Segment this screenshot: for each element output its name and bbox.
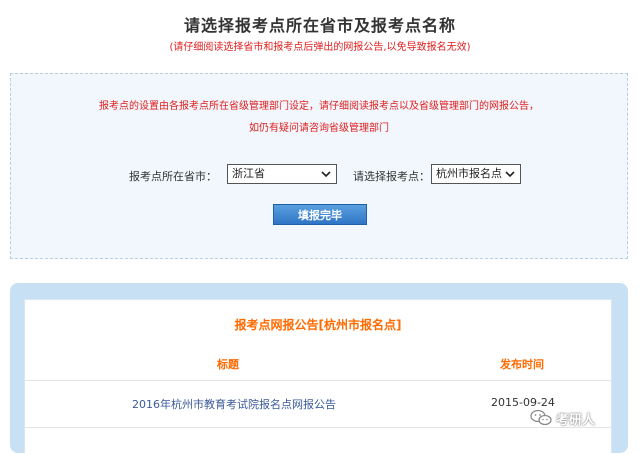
notice-line-1: 报考点的设置由各报考点所在省级管理部门设定，请仔细阅读报考点以及省级管理部门的网… (99, 101, 539, 112)
province-label: 报考点所在省市： (129, 170, 217, 183)
site-label: 请选择报考点： (353, 170, 430, 183)
chevron-down-icon (505, 171, 515, 178)
announcement-link[interactable]: 2016年杭州市教育考试院报名点网报公告 (132, 396, 336, 412)
column-header-title: 标题 (217, 358, 239, 371)
watermark: 考研人 (530, 407, 595, 429)
row-divider (25, 427, 611, 428)
site-select-value: 杭州市报名点 (436, 167, 502, 180)
notice-text: 报考点的设置由各报考点所在省级管理部门设定，请仔细阅读报考点以及省级管理部门的网… (11, 96, 627, 140)
column-header-date: 发布时间 (500, 358, 544, 371)
site-select[interactable]: 杭州市报名点 (431, 164, 521, 184)
announcement-title: 报考点网报公告[杭州市报名点] (234, 318, 402, 332)
chevron-down-icon (321, 171, 331, 178)
page-subtitle: (请仔细阅读选择省市和报考点后弹出的网报公告,以免导致报名无效) (169, 42, 471, 53)
page-title: 请选择报考点所在省市及报考点名称 (183, 16, 456, 35)
announcement-card: 报考点网报公告[杭州市报名点] 标题 发布时间 2016年杭州市教育考试院报名点… (24, 299, 612, 453)
province-select[interactable]: 浙江省 (227, 164, 337, 184)
wechat-icon (530, 409, 552, 426)
watermark-text: 考研人 (556, 412, 596, 428)
notice-line-2: 如仍有疑问请咨询省级管理部门 (249, 123, 389, 134)
submit-button[interactable]: 填报完毕 (273, 204, 367, 225)
selection-panel: 报考点的设置由各报考点所在省级管理部门设定，请仔细阅读报考点以及省级管理部门的网… (10, 73, 628, 259)
province-select-value: 浙江省 (232, 167, 265, 180)
header-divider (25, 380, 611, 381)
